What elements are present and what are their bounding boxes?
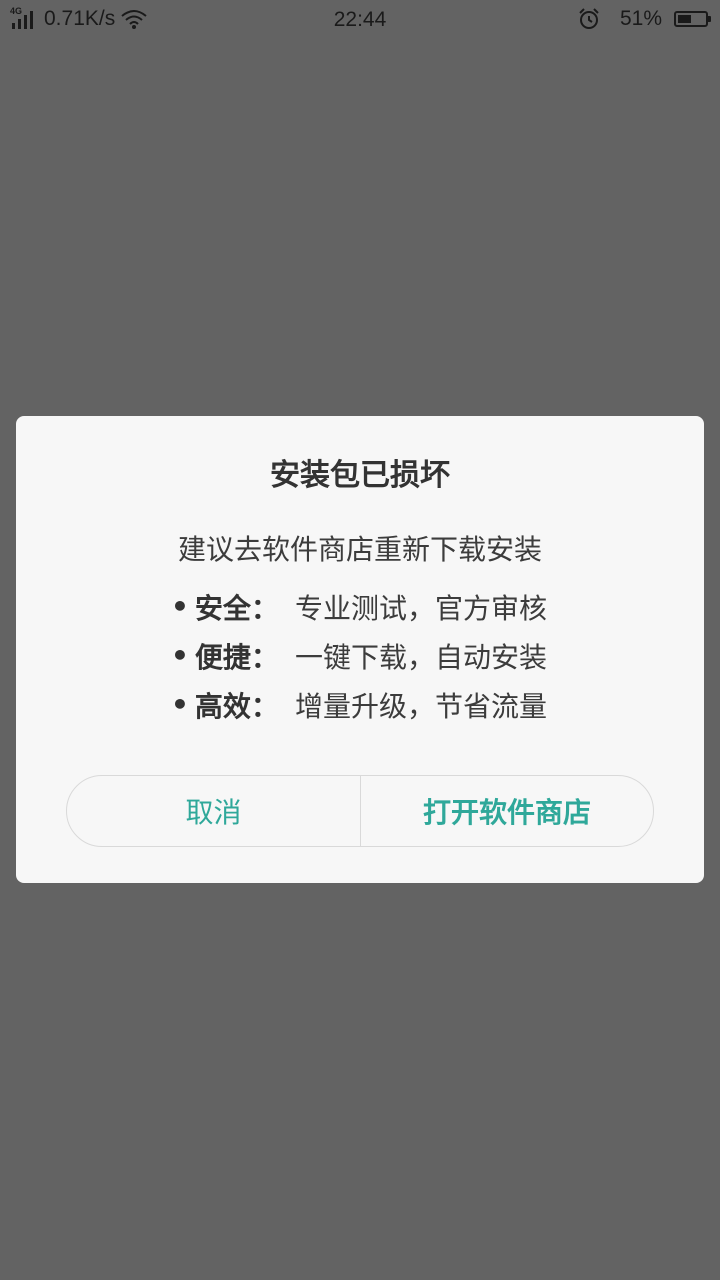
- benefit-name: 便捷: [194, 640, 251, 674]
- dialog-title: 安装包已损坏: [270, 458, 450, 493]
- alarm-icon: [579, 8, 599, 29]
- dialog-subtitle: 建议去软件商店重新下载安装: [177, 533, 542, 566]
- dialog-button-group: 取消 打开软件商店: [66, 775, 654, 847]
- battery-percent: 51%: [619, 7, 662, 30]
- battery-level-fill: [678, 15, 691, 23]
- benefit-description: 增量升级，节省流量: [294, 689, 547, 723]
- benefit-list: • 安全 ： 专业测试，官方审核 • 便捷 ： 一键下载，自动安装 • 高效 ：…: [171, 582, 547, 729]
- benefit-separator: ：: [250, 591, 279, 625]
- benefit-separator: ：: [250, 640, 279, 674]
- install-error-dialog: 安装包已损坏 建议去软件商店重新下载安装 • 安全 ： 专业测试，官方审核 • …: [16, 416, 704, 883]
- battery-icon: [674, 11, 711, 27]
- benefit-description: 专业测试，官方审核: [294, 591, 547, 625]
- benefit-item-convenience: • 便捷 ： 一键下载，自动安装: [171, 631, 547, 680]
- open-app-store-button[interactable]: 打开软件商店: [361, 776, 653, 846]
- benefit-name: 高效: [194, 689, 251, 723]
- benefit-separator: ：: [250, 689, 279, 723]
- status-right: 51%: [578, 6, 711, 32]
- bullet: •: [171, 688, 189, 721]
- benefit-item-safety: • 安全 ： 专业测试，官方审核: [171, 582, 547, 631]
- benefit-item-efficiency: • 高效 ： 增量升级，节省流量: [171, 680, 547, 729]
- bullet: •: [171, 639, 189, 672]
- benefit-description: 一键下载，自动安装: [294, 640, 547, 674]
- bullet: •: [171, 590, 189, 623]
- cancel-button[interactable]: 取消: [67, 776, 361, 846]
- status-bar: 4G 0.71K/s 22:44 51%: [0, 0, 720, 38]
- benefit-name: 安全: [194, 591, 251, 625]
